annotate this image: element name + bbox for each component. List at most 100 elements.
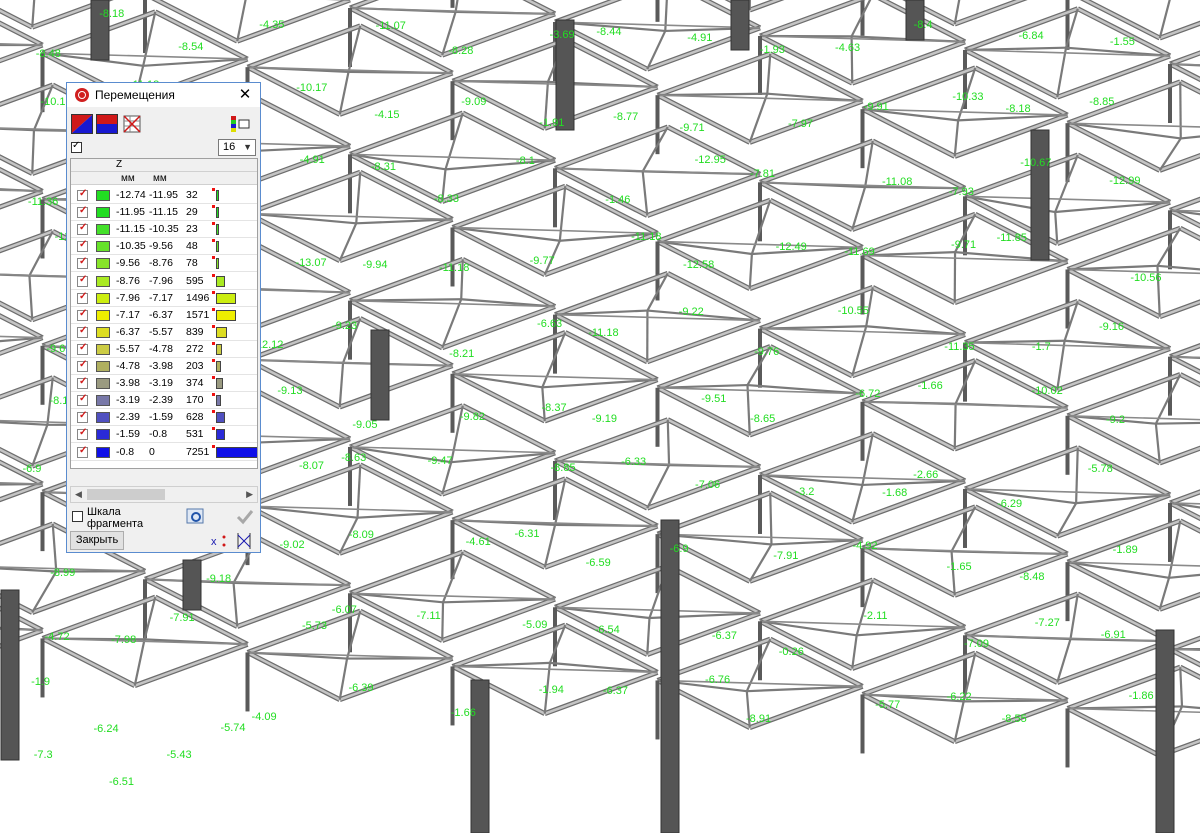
table-row[interactable]: -8.76 -7.96 595	[71, 273, 257, 290]
row-visible-checkbox[interactable]	[77, 393, 88, 407]
row-visible-checkbox[interactable]	[77, 222, 88, 236]
truss-member	[0, 228, 54, 254]
row-visible-checkbox[interactable]	[77, 410, 88, 424]
table-row[interactable]: -11.95 -11.15 29	[71, 204, 257, 222]
refresh-fragment-button[interactable]	[185, 506, 207, 528]
table-row[interactable]: -7.96 -7.17 1496	[71, 290, 257, 307]
dialog-titlebar[interactable]: Перемещения ✕	[67, 83, 260, 107]
count-marker	[212, 324, 215, 328]
truss-member	[667, 418, 761, 468]
label-values-button[interactable]: x	[208, 530, 230, 552]
table-row[interactable]: -5.57 -4.78 272	[71, 341, 257, 358]
range-from: -4.78	[116, 360, 140, 372]
table-row[interactable]: -1.59 -0.8 531	[71, 426, 257, 444]
truss-member	[953, 120, 960, 157]
table-horizontal-scrollbar[interactable]: ◀ ▶	[70, 486, 258, 503]
color-swatch[interactable]	[96, 446, 110, 458]
palette-settings-button[interactable]	[227, 114, 257, 134]
row-visible-checkbox[interactable]	[77, 325, 88, 338]
table-row[interactable]: -10.35-9.56 48	[71, 238, 257, 256]
scale-fragment-checkbox[interactable]	[72, 511, 83, 522]
truss-member	[974, 359, 1069, 409]
range-to: -1.59	[149, 411, 173, 424]
range-to: -8.76	[149, 257, 173, 270]
table-row[interactable]: -3.19 -2.39 170	[71, 392, 257, 410]
truss-member	[656, 94, 751, 144]
truss-member	[964, 446, 1079, 491]
truss-member	[664, 0, 668, 32]
table-row[interactable]: -6.37 -5.57 839	[71, 324, 257, 341]
row-visible-checkbox[interactable]	[77, 239, 88, 253]
color-swatch[interactable]	[96, 224, 110, 236]
scroll-left-icon[interactable]: ◀	[75, 487, 82, 502]
levels-count-select[interactable]: 16 ▼	[218, 139, 256, 156]
element-count: 1571	[186, 308, 210, 321]
row-visible-checkbox[interactable]	[77, 308, 88, 321]
truss-member	[462, 550, 556, 601]
table-row[interactable]: -12.74-11.95 32	[71, 187, 257, 204]
color-swatch[interactable]	[96, 241, 110, 253]
truss-member	[153, 0, 238, 43]
count-marker	[212, 205, 215, 209]
table-row[interactable]: -11.15 -10.35 23	[71, 221, 257, 239]
color-swatch[interactable]	[96, 395, 110, 407]
row-visible-checkbox[interactable]	[77, 256, 88, 270]
scroll-thumb[interactable]	[87, 489, 165, 500]
table-row[interactable]: -0.8 0 7251	[71, 444, 257, 461]
color-swatch[interactable]	[96, 275, 110, 287]
clear-table-button[interactable]	[121, 114, 143, 134]
palette-bands-button[interactable]	[96, 114, 118, 134]
apply-button[interactable]	[234, 506, 256, 528]
color-swatch[interactable]	[96, 343, 110, 355]
color-swatch[interactable]	[96, 190, 110, 201]
truss-member	[862, 547, 1068, 555]
show-legend-checkbox[interactable]	[71, 140, 82, 153]
table-row[interactable]: -9.56 -8.76 78	[71, 255, 257, 273]
color-swatch[interactable]	[96, 292, 110, 304]
truss-member	[759, 181, 853, 231]
element-count: 531	[186, 428, 204, 441]
row-visible-checkbox[interactable]	[77, 274, 88, 287]
column	[555, 19, 575, 131]
svg-text:x: x	[211, 536, 217, 548]
row-visible-checkbox[interactable]	[77, 342, 88, 355]
row-visible-checkbox[interactable]	[77, 427, 88, 441]
palette-red-blue-button[interactable]	[71, 114, 93, 134]
color-swatch[interactable]	[96, 309, 110, 321]
color-swatch[interactable]	[96, 207, 110, 219]
row-visible-checkbox[interactable]	[77, 188, 88, 201]
close-icon[interactable]: ✕	[234, 84, 256, 106]
count-bar	[216, 241, 219, 253]
color-swatch[interactable]	[96, 429, 110, 441]
truss-member	[451, 226, 546, 276]
color-swatch[interactable]	[96, 412, 110, 424]
truss-member	[28, 275, 34, 320]
isolines-button[interactable]	[233, 530, 255, 552]
scroll-right-icon[interactable]: ▶	[246, 487, 253, 502]
color-swatch[interactable]	[96, 378, 110, 390]
row-visible-checkbox[interactable]	[77, 291, 88, 304]
truss-member	[759, 286, 874, 330]
table-row[interactable]: -4.78 -3.98 203	[71, 358, 257, 375]
truss-member	[359, 463, 454, 514]
row-visible-checkbox[interactable]	[77, 376, 88, 390]
truss-member	[544, 671, 658, 715]
table-row[interactable]: -2.39 -1.59 628	[71, 409, 257, 427]
truss-member	[656, 386, 751, 437]
table-row[interactable]: -7.17 -6.37 1571	[71, 307, 257, 324]
truss-member	[554, 564, 669, 609]
row-visible-checkbox[interactable]	[77, 445, 88, 458]
truss-member	[236, 0, 247, 42]
color-swatch[interactable]	[96, 258, 110, 270]
close-button[interactable]: Закрыть	[70, 531, 124, 550]
color-swatch[interactable]	[96, 361, 110, 372]
truss-member	[441, 602, 445, 641]
row-visible-checkbox[interactable]	[77, 205, 88, 219]
truss-member	[1168, 573, 1200, 579]
row-visible-checkbox[interactable]	[77, 359, 88, 372]
table-row[interactable]: -3.98 -3.19 374	[71, 375, 257, 393]
truss-member	[861, 693, 956, 743]
color-swatch[interactable]	[96, 326, 110, 338]
column	[470, 679, 490, 833]
truss-member	[667, 564, 761, 615]
